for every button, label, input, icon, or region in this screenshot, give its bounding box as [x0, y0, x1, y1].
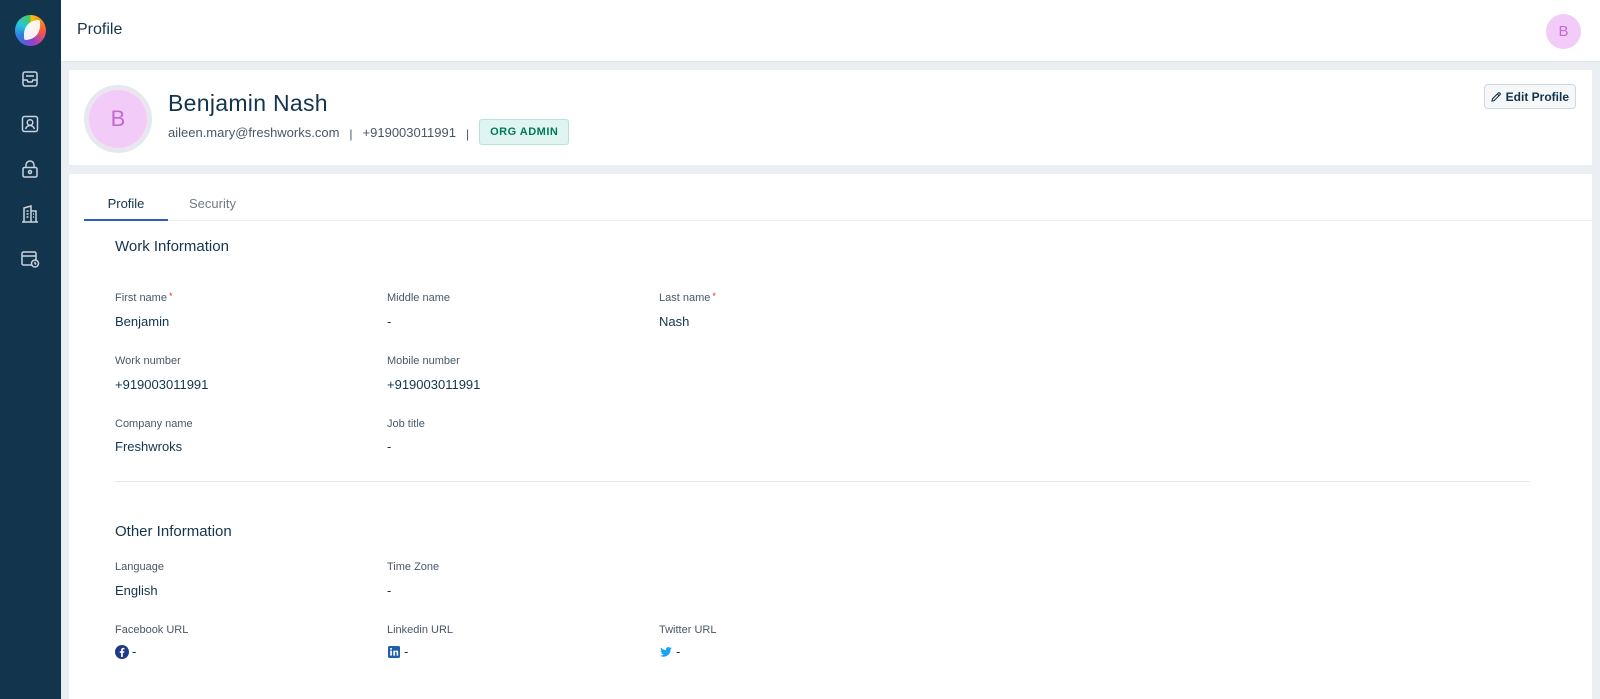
- tab-security[interactable]: Security: [189, 196, 236, 211]
- profile-name: Benjamin Nash: [168, 90, 328, 116]
- profile-phone: +919003011991: [362, 124, 456, 140]
- other-information-title: Other Information: [115, 523, 232, 540]
- company-name-value: Freshwroks: [115, 439, 183, 454]
- middle-name-label: Middle name: [387, 292, 450, 304]
- mobile-number-value: +919003011991: [387, 377, 481, 392]
- facebook-icon: [115, 644, 129, 659]
- tab-profile[interactable]: Profile: [84, 188, 168, 221]
- separator: |: [349, 127, 353, 141]
- section-divider: [115, 481, 1530, 482]
- tab-bar: Profile Security: [84, 188, 1592, 221]
- last-name-label-text: Last name: [659, 292, 711, 304]
- top-bar: Profile B: [61, 0, 1600, 62]
- edit-profile-button[interactable]: Edit Profile: [1483, 84, 1576, 109]
- app-logo[interactable]: [15, 15, 46, 46]
- linkedin-url-label: Linkedin URL: [387, 624, 454, 636]
- work-number-label: Work number: [115, 355, 181, 367]
- linkedin-icon: [388, 645, 400, 658]
- pencil-icon: [1490, 91, 1501, 102]
- work-information-title: Work Information: [115, 238, 229, 255]
- first-name-label-text: First name: [115, 292, 167, 304]
- separator: |: [465, 127, 470, 141]
- time-zone-label: Time Zone: [387, 561, 440, 573]
- language-value: English: [115, 583, 158, 598]
- audit-log-icon[interactable]: [19, 248, 41, 270]
- company-name-label: Company name: [115, 418, 193, 430]
- mobile-number-label: Mobile number: [387, 355, 460, 367]
- linkedin-url-text: -: [404, 644, 409, 659]
- twitter-icon: [660, 646, 672, 657]
- edit-profile-label: Edit Profile: [1505, 89, 1569, 104]
- twitter-url-label: Twitter URL: [659, 624, 717, 636]
- job-title-value: -: [387, 439, 392, 454]
- inbox-icon[interactable]: [19, 68, 41, 90]
- profile-email: aileen.mary@freshworks.com: [168, 124, 340, 140]
- twitter-url-text: -: [676, 644, 681, 659]
- work-number-value: +919003011991: [115, 377, 209, 392]
- profile-avatar-initial: B: [89, 90, 147, 148]
- profile-meta: aileen.mary@freshworks.com | +9190030119…: [168, 119, 570, 145]
- middle-name-value: -: [387, 314, 392, 329]
- last-name-value: Nash: [659, 314, 690, 329]
- profile-header: B Benjamin Nash aileen.mary@freshworks.c…: [69, 70, 1592, 165]
- profile-content: Profile Security Work Information First …: [69, 174, 1592, 699]
- page-title: Profile: [77, 21, 123, 38]
- building-icon[interactable]: [19, 203, 41, 225]
- contact-icon[interactable]: [19, 113, 41, 135]
- last-name-label: Last name *: [659, 291, 716, 304]
- required-mark: *: [168, 291, 173, 301]
- facebook-url-label: Facebook URL: [115, 624, 189, 636]
- first-name-label: First name *: [115, 291, 173, 304]
- facebook-url-value: -: [115, 644, 136, 659]
- lock-icon[interactable]: [19, 158, 41, 180]
- linkedin-url-value: -: [387, 644, 408, 659]
- first-name-value: Benjamin: [115, 314, 170, 329]
- time-zone-value: -: [387, 583, 392, 598]
- role-badge: ORG ADMIN: [479, 119, 570, 145]
- sidebar: [0, 0, 61, 699]
- profile-avatar: B: [84, 85, 152, 153]
- facebook-url-text: -: [132, 644, 137, 659]
- job-title-label: Job title: [387, 418, 425, 430]
- required-mark: *: [712, 291, 716, 301]
- user-avatar[interactable]: B: [1546, 14, 1581, 49]
- twitter-url-value: -: [659, 644, 680, 659]
- language-label: Language: [115, 561, 164, 573]
